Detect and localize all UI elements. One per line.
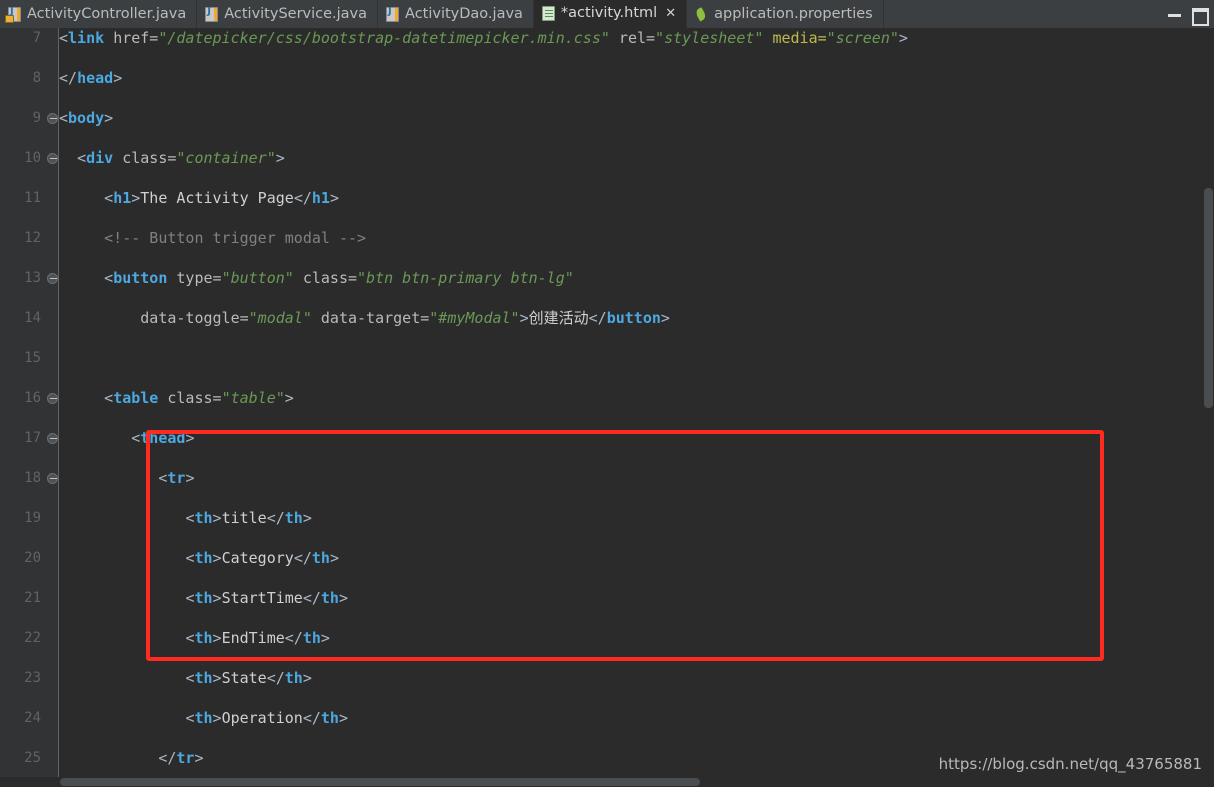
code-text: <th>Operation</th> <box>185 709 348 727</box>
code-line[interactable]: 8 </head> <box>0 68 1214 88</box>
java-class-locked-icon <box>5 6 21 23</box>
vertical-scrollbar[interactable] <box>1202 28 1214 787</box>
fold-toggle-icon[interactable] <box>47 473 58 484</box>
close-icon[interactable]: ✕ <box>665 6 676 21</box>
code-line[interactable]: 11 <h1>The Activity Page</h1> <box>0 188 1214 208</box>
code-text: </tr> <box>158 749 204 767</box>
line-number: 25 <box>24 750 41 766</box>
tab-label: ActivityController.java <box>27 6 187 22</box>
code-text: <button type="button" class="btn btn-pri… <box>104 269 574 287</box>
code-text: <!-- Button trigger modal --> <box>104 229 367 247</box>
tab-activity-dao-java[interactable]: ActivityDao.java <box>378 0 534 28</box>
tab-label: ActivityDao.java <box>405 6 523 22</box>
code-text: <h1>The Activity Page</h1> <box>104 189 339 207</box>
horizontal-scrollbar[interactable] <box>0 777 1214 787</box>
code-text: <th>State</th> <box>185 669 312 687</box>
java-class-icon <box>386 6 400 22</box>
code-text: <thead> <box>131 429 195 447</box>
code-line[interactable]: 9 <body> <box>0 108 1214 128</box>
code-text: data-toggle="modal" data-target="#myModa… <box>140 309 670 327</box>
code-line[interactable]: 18 <tr> <box>0 468 1214 488</box>
code-line[interactable]: 22 <th>EndTime</th> <box>0 628 1214 648</box>
line-number: 24 <box>24 710 41 726</box>
code-line[interactable]: 21 <th>StartTime</th> <box>0 588 1214 608</box>
tab-label: *activity.html <box>560 5 658 21</box>
code-editor[interactable]: 7 <link href="/datepicker/css/bootstrap-… <box>0 28 1214 787</box>
code-line[interactable]: 16 <table class="table"> <box>0 388 1214 408</box>
line-number: 8 <box>32 70 41 86</box>
line-number: 14 <box>24 310 41 326</box>
code-text: <th>StartTime</th> <box>185 589 348 607</box>
line-number: 9 <box>32 110 41 126</box>
code-line[interactable]: 15 <box>0 348 1214 368</box>
tab-activity-html[interactable]: *activity.html ✕ <box>533 0 688 28</box>
vertical-scrollbar-thumb[interactable] <box>1204 188 1213 408</box>
line-number: 17 <box>24 430 41 446</box>
code-line[interactable]: 20 <th>Category</th> <box>0 548 1214 568</box>
java-class-icon <box>205 6 219 22</box>
code-line[interactable]: 24 <th>Operation</th> <box>0 708 1214 728</box>
properties-file-icon <box>692 4 711 23</box>
code-text: </head> <box>59 69 123 87</box>
fold-toggle-icon[interactable] <box>47 433 58 444</box>
line-number: 7 <box>32 30 41 46</box>
code-line[interactable]: 14 data-toggle="modal" data-target="#myM… <box>0 308 1214 328</box>
tab-label: application.properties <box>714 6 873 22</box>
line-number: 12 <box>24 230 41 246</box>
code-line[interactable]: 19 <th>title</th> <box>0 508 1214 528</box>
maximize-icon[interactable] <box>1192 7 1209 26</box>
line-number: 18 <box>24 470 41 486</box>
code-text: <th>Category</th> <box>185 549 339 567</box>
tab-application-properties[interactable]: application.properties <box>687 0 884 28</box>
code-line[interactable]: 10 <div class="container"> <box>0 148 1214 168</box>
line-number: 19 <box>24 510 41 526</box>
code-text: <link href="/datepicker/css/bootstrap-da… <box>59 29 908 47</box>
fold-toggle-icon[interactable] <box>47 273 58 284</box>
code-text: <body> <box>59 109 114 127</box>
line-number: 15 <box>24 350 41 366</box>
fold-toggle-icon[interactable] <box>47 393 58 404</box>
window-controls <box>1168 0 1210 28</box>
code-text: <table class="table"> <box>104 389 294 407</box>
fold-toggle-icon[interactable] <box>47 153 58 164</box>
tab-activity-service-java[interactable]: ActivityService.java <box>197 0 379 28</box>
code-text: <div class="container"> <box>77 149 285 167</box>
watermark-url: https://blog.csdn.net/qq_43765881 <box>938 755 1202 773</box>
line-number: 23 <box>24 670 41 686</box>
code-line[interactable]: 23 <th>State</th> <box>0 668 1214 688</box>
line-number: 20 <box>24 550 41 566</box>
line-number: 10 <box>24 150 41 166</box>
line-number: 13 <box>24 270 41 286</box>
tab-label: ActivityService.java <box>224 6 368 22</box>
code-line[interactable]: 7 <link href="/datepicker/css/bootstrap-… <box>0 28 1214 48</box>
code-line[interactable]: 17 <thead> <box>0 428 1214 448</box>
minimize-icon[interactable] <box>1168 7 1182 21</box>
code-text: <tr> <box>158 469 195 487</box>
line-number: 22 <box>24 630 41 646</box>
html-file-icon <box>541 5 555 21</box>
line-number: 21 <box>24 590 41 606</box>
line-number: 11 <box>24 190 41 206</box>
fold-toggle-icon[interactable] <box>47 113 58 124</box>
line-number: 16 <box>24 390 41 406</box>
tab-activity-controller-java[interactable]: ActivityController.java <box>0 0 198 28</box>
code-content[interactable]: 7 <link href="/datepicker/css/bootstrap-… <box>0 28 1214 787</box>
code-line[interactable]: 13 <button type="button" class="btn btn-… <box>0 268 1214 288</box>
code-text: <th>title</th> <box>185 509 312 527</box>
code-line[interactable]: 12 <!-- Button trigger modal --> <box>0 228 1214 248</box>
editor-tab-bar: ActivityController.java ActivityService.… <box>0 0 1214 28</box>
code-text: <th>EndTime</th> <box>185 629 330 647</box>
horizontal-scrollbar-thumb[interactable] <box>60 778 700 786</box>
